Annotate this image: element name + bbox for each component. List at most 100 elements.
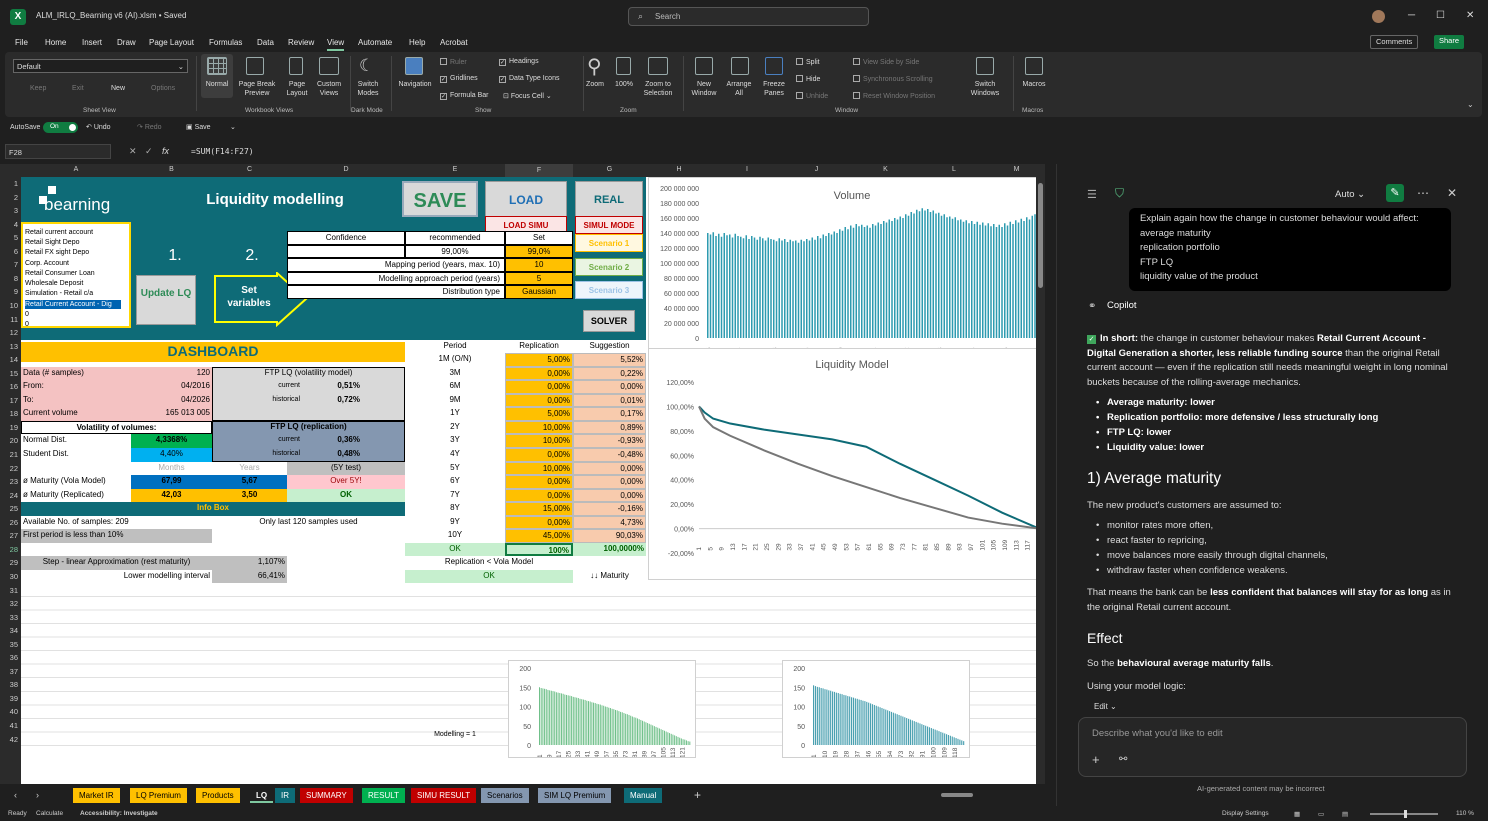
rep-suggestion[interactable]: 0,22% bbox=[573, 366, 646, 381]
rep-period[interactable]: 6Y bbox=[405, 475, 505, 489]
worksheet-grid[interactable]: ABCDEFGHIJKLM 1 2 3 4 5 6 7 8 9 10 11 12 13 14 15 16 17 1… bbox=[0, 164, 1045, 784]
rep-value[interactable]: 0,00% bbox=[505, 380, 573, 394]
more-options-icon[interactable]: ⋯ bbox=[1417, 186, 1429, 200]
title[interactable]: Liquidity modelling bbox=[170, 189, 380, 211]
menu-data[interactable]: Data bbox=[257, 38, 274, 47]
histogram-chart-1[interactable]: 0 50 100 150 200 1 9 17 25 33 41 49 57 65 73 81 89 97 105 1… bbox=[508, 660, 696, 759]
ftp-vol-title[interactable]: FTP LQ (volatility model) bbox=[212, 367, 405, 381]
mat-vola-label[interactable]: ø Maturity (Vola Model) bbox=[21, 475, 131, 489]
ftp-rep-current[interactable]: 0,36% bbox=[300, 434, 360, 448]
product-list-item[interactable]: Retail Current Account - Dig bbox=[25, 299, 121, 309]
unhide-button[interactable]: Unhide bbox=[796, 92, 828, 100]
rep-suggestion[interactable]: 0,00% bbox=[573, 461, 646, 476]
rep-value[interactable]: 10,00% bbox=[505, 434, 573, 448]
sheet-view-dropdown[interactable]: Default ⌄ bbox=[13, 59, 188, 73]
rep-total[interactable]: 100% bbox=[505, 542, 573, 557]
settings-header[interactable]: recommended bbox=[405, 231, 505, 245]
settings-cell[interactable] bbox=[287, 244, 405, 259]
menu-formulas[interactable]: Formulas bbox=[209, 38, 242, 47]
focus-cell-button[interactable]: ⊡ Focus Cell ⌄ bbox=[503, 92, 552, 100]
page-break-view-icon[interactable]: ▤ bbox=[1342, 810, 1348, 818]
side-by-side-button[interactable]: View Side by Side bbox=[853, 58, 919, 66]
load-button[interactable]: LOAD bbox=[485, 181, 567, 217]
sheet-tab[interactable]: Market IR bbox=[73, 788, 120, 803]
rep-value[interactable]: 5,00% bbox=[505, 407, 573, 421]
settings-value[interactable]: 10 bbox=[505, 258, 573, 272]
tab-scroll-left-icon[interactable]: ‹ bbox=[14, 790, 17, 800]
settings-value[interactable]: 5 bbox=[505, 271, 573, 286]
headings-checkbox[interactable]: ✓ Headings bbox=[499, 58, 539, 66]
ftp-vol-historical[interactable]: 0,72% bbox=[300, 394, 360, 408]
rep-total[interactable]: OK bbox=[405, 542, 505, 557]
settings-header[interactable]: Confidence bbox=[287, 231, 405, 245]
cancel-icon[interactable]: ✕ bbox=[129, 146, 137, 157]
dash-label[interactable]: Current volume bbox=[23, 407, 123, 421]
sheet-tab[interactable]: Scenarios bbox=[481, 788, 529, 803]
menu-file[interactable]: File bbox=[15, 38, 28, 47]
rep-value[interactable]: 0,00% bbox=[505, 366, 573, 381]
settings-header[interactable]: Set bbox=[505, 231, 573, 245]
custom-views-button[interactable]: Custom Views bbox=[313, 80, 345, 98]
page-layout-button[interactable]: Page Layout bbox=[283, 80, 311, 98]
rep-note-ok[interactable]: OK bbox=[405, 569, 573, 584]
mat-vola-years[interactable]: 5,67 bbox=[212, 475, 287, 489]
product-list-item[interactable]: 0 bbox=[25, 310, 121, 319]
zoom-100-button[interactable]: 100% bbox=[611, 80, 637, 89]
student-label[interactable]: Student Dist. bbox=[23, 448, 133, 462]
dash-value[interactable]: 165 013 005 bbox=[120, 407, 211, 421]
dash-value[interactable]: 04/2016 bbox=[130, 380, 210, 394]
status-calculate[interactable]: Calculate bbox=[36, 810, 63, 817]
product-list-item[interactable]: Corp. Account bbox=[25, 259, 121, 268]
link-icon[interactable]: ⚯ bbox=[1119, 754, 1127, 765]
close-pane-icon[interactable]: ✕ bbox=[1447, 186, 1457, 200]
collapse-ribbon-icon[interactable]: ⌄ bbox=[1467, 100, 1474, 109]
rep-value[interactable]: 5,00% bbox=[505, 353, 573, 367]
update-lq-button[interactable]: Update LQ bbox=[136, 274, 196, 325]
rep-period[interactable]: 4Y bbox=[405, 448, 505, 462]
sheet-tab[interactable]: SIM LQ Premium bbox=[538, 788, 612, 803]
dash-value[interactable]: 04/2026 bbox=[130, 394, 210, 408]
solver-button[interactable]: SOLVER bbox=[583, 309, 635, 332]
ok-badge[interactable]: OK bbox=[287, 488, 405, 503]
settings-cell[interactable]: 99,0% bbox=[505, 244, 573, 259]
mat-rep-months[interactable]: 42,03 bbox=[131, 488, 212, 503]
avail-samples[interactable]: Available No. of samples: 209 bbox=[23, 515, 213, 530]
rep-period[interactable]: 9Y bbox=[405, 515, 505, 530]
product-list[interactable]: Retail current account Retail Sight Depo R… bbox=[21, 221, 131, 329]
split-button[interactable]: Split bbox=[796, 58, 820, 66]
over5y-badge[interactable]: Over 5Y! bbox=[287, 475, 405, 489]
scroll-thumb[interactable] bbox=[1038, 183, 1043, 288]
redo-button[interactable]: ↷ Redo bbox=[137, 123, 162, 131]
menu-home[interactable]: Home bbox=[45, 38, 66, 47]
rep-value[interactable]: 0,00% bbox=[505, 393, 573, 408]
options-button[interactable]: Options bbox=[151, 84, 175, 93]
formula-bar-checkbox[interactable]: ✓ Formula Bar bbox=[440, 92, 489, 100]
sync-scrolling-button[interactable]: Synchronous Scrolling bbox=[853, 75, 933, 83]
sheet-tab[interactable]: SIMU RESULT bbox=[411, 788, 477, 803]
rep-value[interactable]: 0,00% bbox=[505, 448, 573, 462]
ftp-historical-label[interactable]: historical bbox=[240, 448, 300, 462]
mode-selector[interactable]: Auto ⌄ bbox=[1335, 189, 1365, 200]
ftp-historical-label[interactable]: historical bbox=[240, 394, 300, 408]
rep-suggestion[interactable]: 0,00% bbox=[573, 475, 646, 489]
product-list-item[interactable]: Retail Consumer Loan bbox=[25, 269, 121, 278]
rep-period[interactable]: 1Y bbox=[405, 407, 505, 421]
save-qat-button[interactable]: ▣ Save bbox=[186, 123, 211, 131]
zoom-level[interactable]: 110 % bbox=[1456, 810, 1474, 817]
autosave-toggle[interactable]: On bbox=[43, 122, 78, 133]
comments-button[interactable]: Comments bbox=[1370, 35, 1419, 49]
settings-label[interactable]: Modelling approach period (years) bbox=[287, 271, 505, 286]
dash-label[interactable]: Data (# samples) bbox=[23, 367, 143, 381]
menu-acrobat[interactable]: Acrobat bbox=[440, 38, 468, 47]
months-header[interactable]: Months bbox=[131, 461, 212, 476]
menu-insert[interactable]: Insert bbox=[82, 38, 102, 47]
only-last[interactable]: Only last 120 samples used bbox=[212, 515, 405, 530]
vertical-scrollbar[interactable] bbox=[1036, 177, 1045, 784]
normal-value[interactable]: 4,3368% bbox=[131, 434, 212, 448]
formula-input[interactable]: =SUM(F14:F27) bbox=[185, 144, 1482, 159]
tab-scroll-right-icon[interactable]: › bbox=[36, 790, 39, 800]
lower-interval-value[interactable]: 66,41% bbox=[212, 569, 287, 584]
edit-menu[interactable]: Edit ⌄ bbox=[1094, 702, 1117, 711]
simul-mode-button[interactable]: SIMUL MODE bbox=[575, 215, 643, 234]
rep-suggestion[interactable]: 0,89% bbox=[573, 420, 646, 435]
